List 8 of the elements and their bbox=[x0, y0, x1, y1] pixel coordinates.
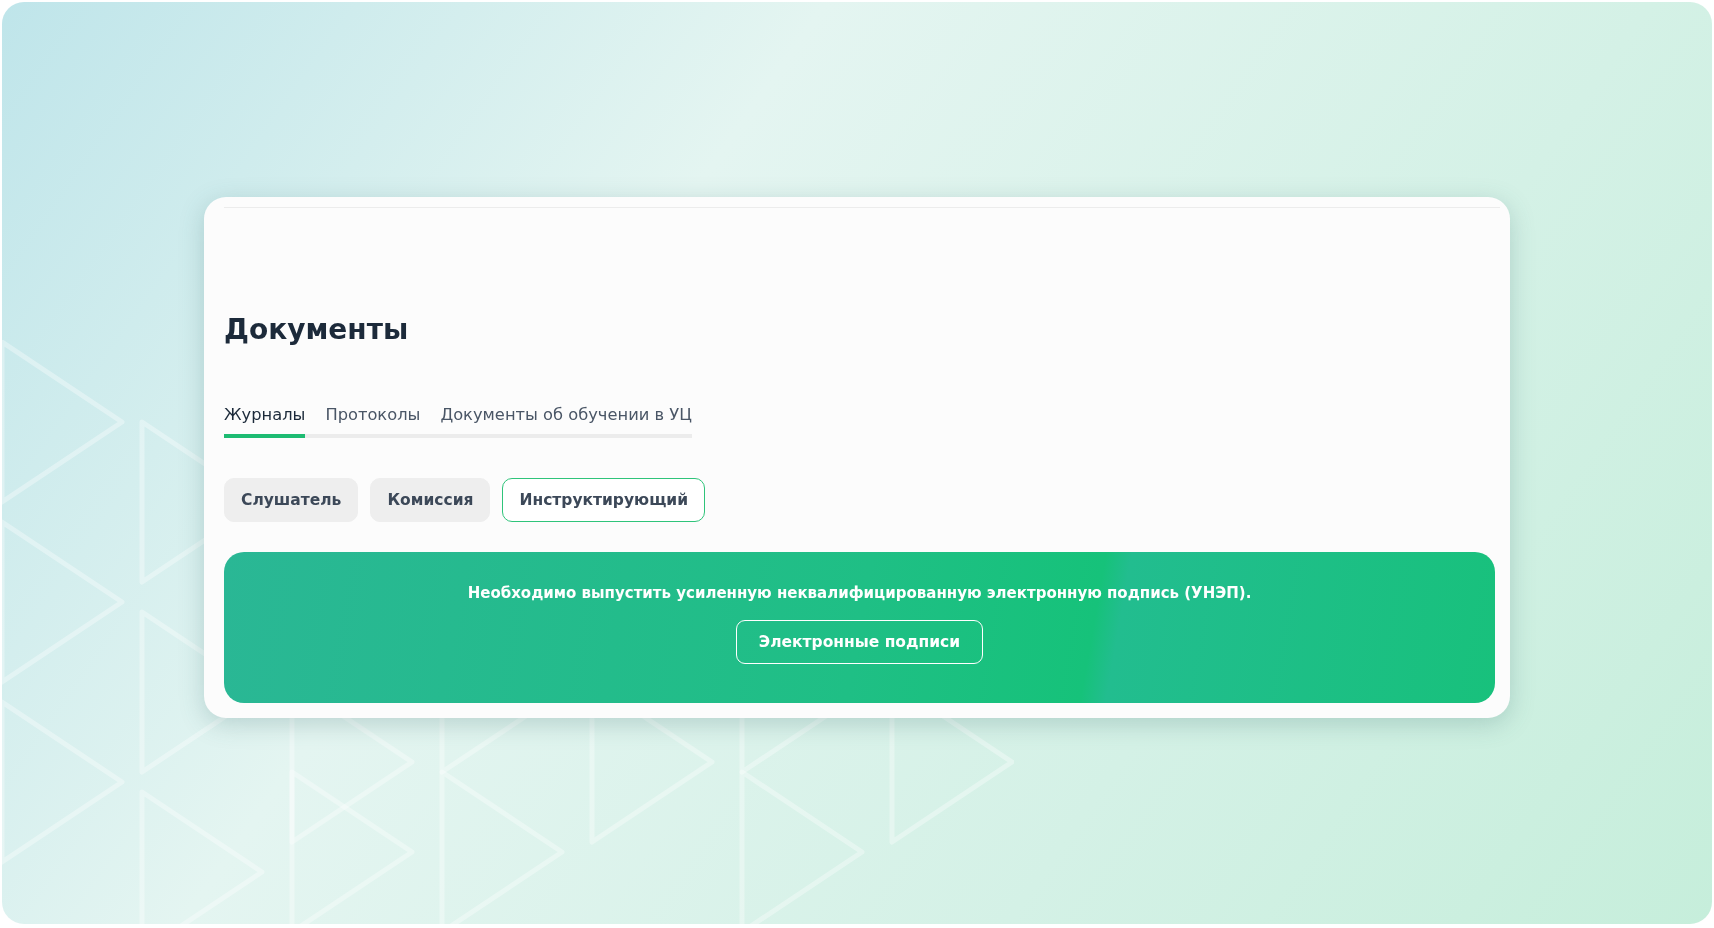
tab[interactable]: Протоколы bbox=[325, 405, 421, 438]
role-filter-button[interactable]: Инструктирующий bbox=[502, 478, 705, 522]
tab[interactable]: Документы об обучении в УЦ bbox=[440, 405, 692, 438]
role-filter-button[interactable]: Слушатель bbox=[224, 478, 359, 522]
notice-message: Необходимо выпустить усиленную неквалифицированную электронную подпись (УНЭП). bbox=[467, 584, 1252, 602]
page-title: Документы bbox=[224, 313, 410, 347]
tab[interactable]: Журналы bbox=[224, 405, 306, 438]
role-filter-button[interactable]: Комиссия bbox=[370, 478, 491, 522]
